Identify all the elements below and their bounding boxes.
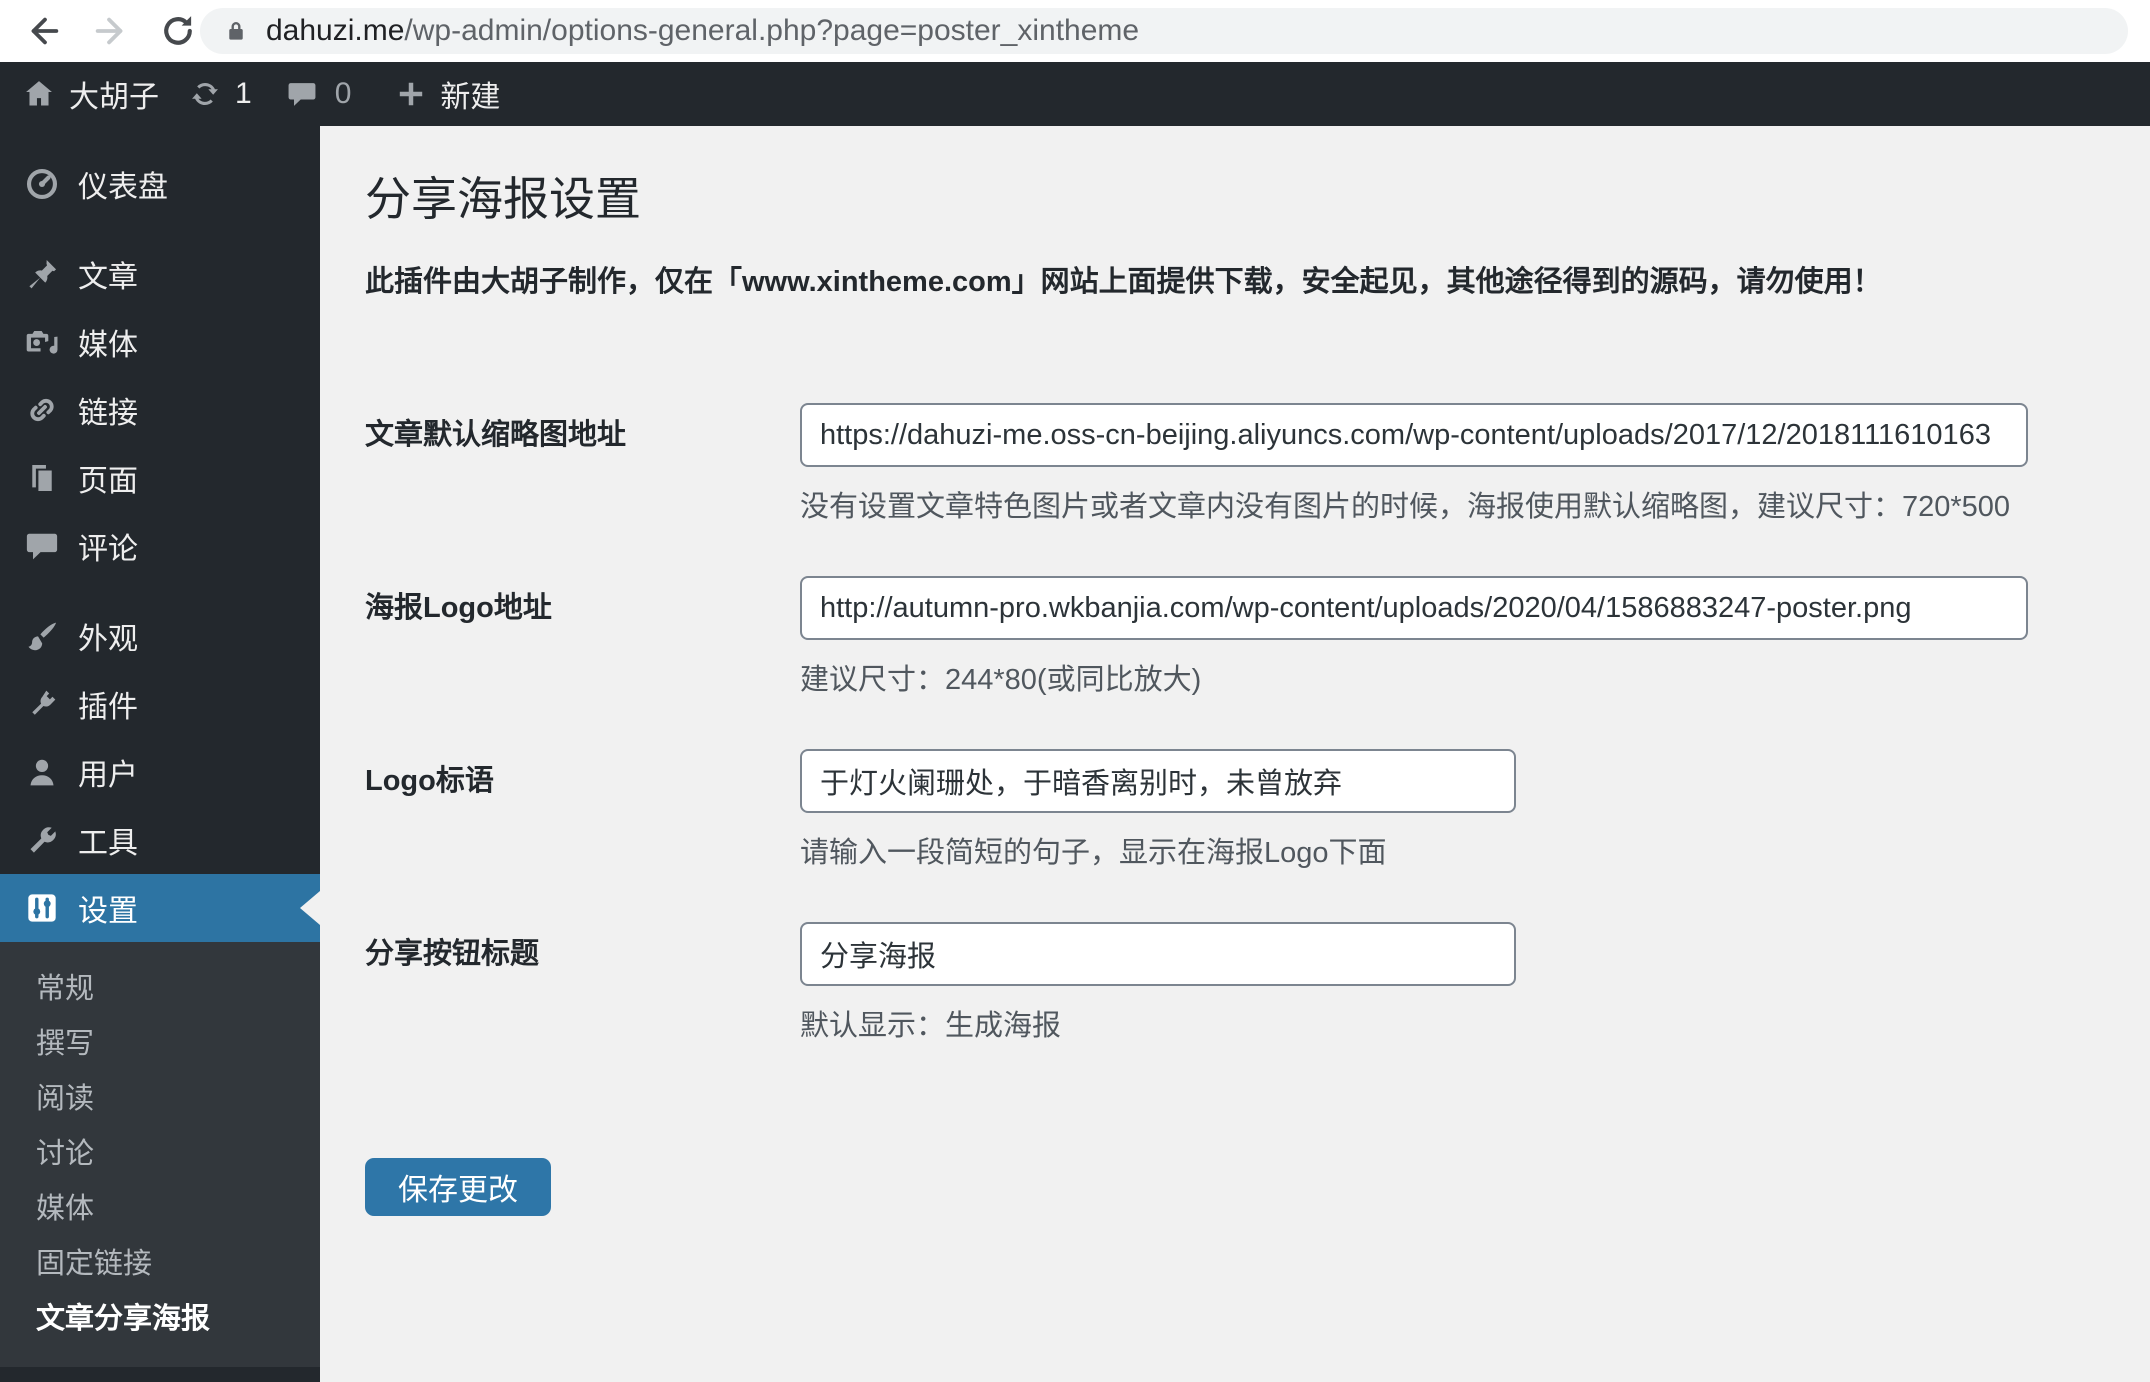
sidebar-item-label: 仪表盘 — [78, 171, 168, 204]
sidebar-item-dashboard[interactable]: 仪表盘 — [0, 150, 320, 218]
submenu-item-media[interactable]: 媒体 — [0, 1182, 320, 1237]
sidebar-item-label: 评论 — [78, 533, 138, 566]
sidebar-item-label: 外观 — [78, 623, 138, 656]
poster-settings-form: 文章默认缩略图地址 没有设置文章特色图片或者文章内没有图片的时候，海报使用默认缩… — [365, 403, 2110, 1216]
forward-arrow-icon — [95, 17, 123, 45]
field-label: 分享按钮标题 — [365, 938, 540, 970]
submenu-item-poster[interactable]: 文章分享海报 — [0, 1292, 320, 1347]
plugin-notice: 此插件由大胡子制作，仅在「www.xintheme.com」网站上面提供下载，安… — [365, 266, 1882, 298]
wp-admin-bar: 大胡子 1 0 新建 — [0, 62, 2150, 126]
submenu-item-discussion[interactable]: 讨论 — [0, 1127, 320, 1182]
sidebar-item-label: 工具 — [78, 827, 138, 860]
settings-icon — [24, 890, 60, 926]
field-help-text: 建议尺寸：244*80(或同比放大) — [800, 664, 1202, 696]
sidebar-item-posts[interactable]: 文章 — [0, 240, 320, 308]
sidebar-item-comments[interactable]: 评论 — [0, 512, 320, 580]
menu-separator — [0, 218, 320, 240]
admin-sidebar: 仪表盘 文章 媒体 链接 页面 评论 外观 插件 用户 工具 设置 常规 撰写 … — [0, 126, 320, 1382]
submenu-item-general[interactable]: 常规 — [0, 962, 320, 1017]
pages-icon — [24, 460, 60, 496]
field-label: Logo标语 — [365, 765, 494, 797]
user-icon — [24, 754, 60, 790]
sidebar-item-settings[interactable]: 设置 — [0, 874, 320, 942]
menu-separator — [0, 580, 320, 602]
page-title: 分享海报设置 — [365, 173, 641, 225]
wrench-icon — [24, 822, 60, 858]
field-label: 海报Logo地址 — [365, 592, 552, 624]
field-help-text: 请输入一段简短的句子，显示在海报Logo下面 — [800, 837, 1387, 869]
logo-slogan-input[interactable] — [800, 749, 1516, 813]
save-changes-button[interactable]: 保存更改 — [365, 1158, 551, 1216]
sidebar-item-tools[interactable]: 工具 — [0, 806, 320, 874]
browser-toolbar: dahuzi.me/wp-admin/options-general.php?p… — [0, 0, 2150, 62]
url-domain: dahuzi.me — [266, 14, 405, 47]
adminbar-site-name: 大胡子 — [69, 81, 159, 114]
pin-icon — [24, 256, 60, 292]
share-button-title-input[interactable] — [800, 922, 1516, 986]
browser-forward-button[interactable] — [88, 9, 132, 53]
gauge-icon — [24, 166, 60, 202]
browser-reload-button[interactable] — [156, 9, 200, 53]
adminbar-comments[interactable]: 0 — [286, 77, 352, 111]
plug-icon — [24, 686, 60, 722]
field-row-logo-url: 海报Logo地址 建议尺寸：244*80(或同比放大) — [365, 576, 2110, 698]
lock-icon — [229, 22, 243, 40]
sidebar-item-label: 插件 — [78, 691, 138, 724]
brush-icon — [24, 618, 60, 654]
logo-url-input[interactable] — [800, 576, 2028, 640]
sidebar-item-users[interactable]: 用户 — [0, 738, 320, 806]
adminbar-new-label: 新建 — [440, 81, 501, 114]
comment-icon — [288, 83, 316, 106]
sidebar-item-links[interactable]: 链接 — [0, 376, 320, 444]
sidebar-item-appearance[interactable]: 外观 — [0, 602, 320, 670]
sidebar-item-label: 文章 — [78, 261, 138, 294]
reload-icon — [164, 16, 192, 45]
comment-icon — [24, 528, 60, 564]
sidebar-item-pages[interactable]: 页面 — [0, 444, 320, 512]
plus-icon — [400, 82, 423, 106]
sidebar-item-label: 媒体 — [78, 329, 138, 362]
back-arrow-icon — [31, 17, 59, 45]
field-help-text: 默认显示：生成海报 — [800, 1010, 1062, 1042]
url-path: /wp-admin/options-general.php?page=poste… — [404, 14, 1140, 47]
sidebar-item-label: 用户 — [78, 759, 138, 792]
submenu-item-permalinks[interactable]: 固定链接 — [0, 1237, 320, 1292]
adminbar-new-button[interactable]: 新建 — [395, 72, 500, 116]
field-row-share-button-title: 分享按钮标题 默认显示：生成海报 — [365, 922, 2110, 1044]
link-icon — [24, 392, 60, 428]
sidebar-item-plugins[interactable]: 插件 — [0, 670, 320, 738]
settings-submenu: 常规 撰写 阅读 讨论 媒体 固定链接 文章分享海报 — [0, 942, 320, 1367]
adminbar-site-link[interactable]: 大胡子 — [22, 72, 159, 116]
field-help-text: 没有设置文章特色图片或者文章内没有图片的时候，海报使用默认缩略图，建议尺寸：72… — [800, 491, 2011, 523]
submenu-item-writing[interactable]: 撰写 — [0, 1017, 320, 1072]
url-text: dahuzi.me/wp-admin/options-general.php?p… — [266, 14, 1139, 48]
address-bar[interactable]: dahuzi.me/wp-admin/options-general.php?p… — [200, 8, 2128, 54]
adminbar-update-count: 1 — [235, 77, 252, 110]
sidebar-item-media[interactable]: 媒体 — [0, 308, 320, 376]
media-icon — [24, 324, 60, 360]
adminbar-comment-count: 0 — [334, 77, 352, 110]
submenu-item-reading[interactable]: 阅读 — [0, 1072, 320, 1127]
home-icon — [26, 81, 52, 106]
settings-page: 分享海报设置 此插件由大胡子制作，仅在「www.xintheme.com」网站上… — [320, 126, 2150, 1382]
update-icon — [192, 82, 218, 106]
field-row-logo-slogan: Logo标语 请输入一段简短的句子，显示在海报Logo下面 — [365, 749, 2110, 871]
field-label: 文章默认缩略图地址 — [365, 419, 627, 451]
browser-back-button[interactable] — [22, 9, 66, 53]
sidebar-item-label: 链接 — [78, 397, 138, 430]
field-row-thumbnail-url: 文章默认缩略图地址 没有设置文章特色图片或者文章内没有图片的时候，海报使用默认缩… — [365, 403, 2110, 525]
sidebar-item-label: 页面 — [78, 465, 138, 498]
thumbnail-url-input[interactable] — [800, 403, 2028, 467]
adminbar-updates[interactable]: 1 — [189, 77, 252, 111]
sidebar-item-label: 设置 — [78, 895, 138, 928]
